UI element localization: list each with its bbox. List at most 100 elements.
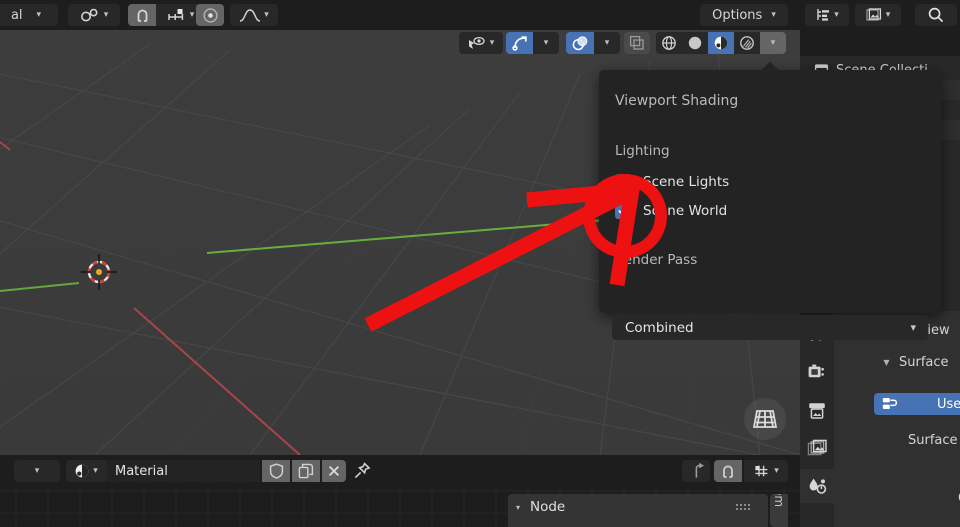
scene-world-checkbox[interactable] bbox=[615, 203, 631, 219]
fake-user-button[interactable] bbox=[262, 460, 290, 482]
chevron-down-icon: ▾ bbox=[36, 9, 42, 20]
surface-field-label: Surface bbox=[908, 433, 958, 448]
snap-target-icon bbox=[753, 463, 771, 479]
shader-editor-header: ▾ ▾ Material ▾ bbox=[0, 455, 800, 487]
snap-parent-icon bbox=[695, 463, 704, 478]
material-name-field[interactable]: Material bbox=[106, 460, 260, 482]
panel-header-surface[interactable]: ▼ Surface bbox=[880, 355, 948, 370]
node-panel-label: Node bbox=[530, 499, 566, 515]
properties-editor[interactable]: ▶ Preview ▼ Surface Use Surface Color bbox=[800, 311, 960, 527]
properties-tab-output[interactable] bbox=[800, 393, 834, 427]
disclosure-triangle-icon[interactable]: ▼ bbox=[880, 358, 893, 367]
scene-world-checkbox-row[interactable]: Scene World bbox=[615, 203, 727, 219]
object-visibility-icon bbox=[468, 36, 487, 51]
overlays-toggle-group[interactable]: ▾ bbox=[566, 32, 620, 54]
topbar: al ▾ ▾ ▾ ▾ Options ▾ ▾ ▾ bbox=[0, 0, 960, 30]
popover-arrow bbox=[760, 62, 780, 71]
new-material-icon bbox=[298, 463, 314, 479]
shading-solid-icon[interactable] bbox=[682, 32, 708, 54]
chevron-down-icon: ▾ bbox=[774, 465, 779, 476]
snap-pivot-group[interactable]: ▾ bbox=[68, 4, 120, 26]
lighting-label: Lighting bbox=[615, 143, 670, 159]
shading-wireframe-icon[interactable] bbox=[656, 32, 682, 54]
snap-group[interactable]: ▾ bbox=[128, 4, 204, 26]
blender-window: al ▾ ▾ ▾ ▾ Options ▾ ▾ ▾ ▾ ▾ ▾ ▾ Viewpor… bbox=[0, 0, 960, 527]
shading-dropdown-icon[interactable]: ▾ bbox=[760, 32, 786, 54]
shader-snap-magnet-button[interactable] bbox=[714, 460, 742, 482]
camera-view-icon[interactable] bbox=[744, 398, 786, 440]
shading-rendered-icon[interactable] bbox=[734, 32, 760, 54]
viewport-header: ▾ ▾ ▾ ▾ bbox=[0, 30, 800, 56]
render-pass-select[interactable]: Combined ▾ bbox=[612, 315, 928, 340]
overlays-icon[interactable] bbox=[566, 32, 594, 54]
render-pass-value: Combined bbox=[625, 319, 694, 336]
snap-magnet-icon bbox=[723, 465, 733, 478]
material-name-value: Material bbox=[115, 463, 168, 479]
transform-orientation-label: al bbox=[10, 7, 23, 23]
shading-material-icon[interactable] bbox=[708, 32, 734, 54]
3d-cursor-icon bbox=[81, 254, 117, 290]
chevron-down-icon: ▾ bbox=[770, 37, 776, 48]
outliner-display-icon bbox=[866, 7, 883, 23]
use-nodes-button[interactable]: Use bbox=[874, 393, 960, 415]
transform-orientation-dropdown[interactable]: al ▾ bbox=[0, 4, 58, 26]
scene-lights-label: Scene Lights bbox=[643, 174, 730, 190]
snap-target-icon bbox=[166, 7, 186, 23]
search-button[interactable] bbox=[915, 4, 957, 26]
search-icon bbox=[927, 6, 945, 24]
node-panel-header[interactable]: ▾ Node bbox=[508, 494, 768, 520]
options-dropdown[interactable]: Options ▾ bbox=[700, 4, 788, 26]
properties-tab-scene[interactable] bbox=[800, 469, 834, 503]
properties-tab-render[interactable] bbox=[800, 355, 834, 389]
popover-title: Viewport Shading bbox=[615, 93, 739, 109]
browse-material-icon bbox=[74, 463, 90, 479]
outliner-filter-dropdown[interactable]: ▾ bbox=[805, 4, 849, 26]
new-material-button[interactable] bbox=[292, 460, 320, 482]
chevron-down-icon: ▾ bbox=[264, 9, 269, 20]
chevron-down-icon: ▾ bbox=[910, 321, 916, 334]
proportional-edit-icon[interactable] bbox=[196, 4, 224, 26]
panel-grip-icon[interactable] bbox=[736, 504, 752, 511]
shader-snap-target-dropdown[interactable]: ▾ bbox=[744, 460, 788, 482]
scene-lights-checkbox-row[interactable]: Scene Lights bbox=[615, 174, 729, 190]
pin-icon bbox=[354, 462, 371, 479]
chevron-down-icon: ▾ bbox=[34, 465, 40, 476]
outliner-filter-icon bbox=[815, 7, 831, 23]
shading-mode-group[interactable]: ▾ bbox=[656, 32, 786, 54]
shader-type-dropdown[interactable]: ▾ bbox=[14, 460, 60, 482]
scene-world-label: Scene World bbox=[643, 203, 728, 219]
chevron-down-icon: ▾ bbox=[543, 37, 549, 48]
outliner-display-dropdown[interactable]: ▾ bbox=[855, 4, 901, 26]
browse-material-button[interactable]: ▾ bbox=[66, 460, 106, 482]
gizmo-dropdown[interactable]: ▾ bbox=[533, 32, 559, 54]
falloff-icon bbox=[239, 7, 261, 23]
pin-button[interactable] bbox=[352, 461, 372, 485]
outliner-header bbox=[800, 30, 960, 56]
chevron-down-icon: ▾ bbox=[771, 9, 776, 20]
properties-tab-viewlayer[interactable] bbox=[800, 431, 834, 465]
options-label: Options bbox=[712, 7, 763, 23]
node-sidebar-panel[interactable]: ▾ Node bbox=[508, 494, 768, 527]
chevron-down-icon: ▾ bbox=[834, 9, 839, 20]
snap-pivot-icon bbox=[80, 7, 99, 23]
object-visibility-dropdown[interactable]: ▾ bbox=[459, 32, 503, 54]
unlink-x-icon bbox=[328, 465, 340, 477]
gizmo-icon[interactable] bbox=[506, 32, 533, 54]
chevron-down-icon: ▾ bbox=[489, 37, 495, 48]
chevron-down-icon: ▾ bbox=[885, 9, 891, 20]
scene-lights-checkbox[interactable] bbox=[615, 174, 631, 190]
snap-magnet-icon[interactable] bbox=[128, 4, 156, 26]
snap-parent-button[interactable] bbox=[682, 460, 710, 482]
gizmo-toggle-group[interactable]: ▾ bbox=[506, 32, 559, 54]
disclosure-triangle-icon[interactable]: ▾ bbox=[516, 503, 520, 512]
viewport-shading-popover[interactable]: Viewport Shading Lighting Scene Lights S… bbox=[599, 62, 941, 340]
fake-user-shield-icon bbox=[269, 463, 283, 479]
render-pass-label: Render Pass bbox=[615, 252, 698, 268]
unlink-material-button[interactable] bbox=[322, 460, 346, 482]
node-sidebar-item-tab[interactable]: em bbox=[770, 494, 788, 527]
properties-tab-column[interactable] bbox=[800, 311, 834, 527]
overlays-dropdown[interactable]: ▾ bbox=[594, 32, 620, 54]
proportional-edit-group[interactable]: ▾ bbox=[196, 4, 278, 26]
chevron-down-icon: ▾ bbox=[604, 37, 610, 48]
xray-toggle[interactable] bbox=[624, 32, 650, 54]
